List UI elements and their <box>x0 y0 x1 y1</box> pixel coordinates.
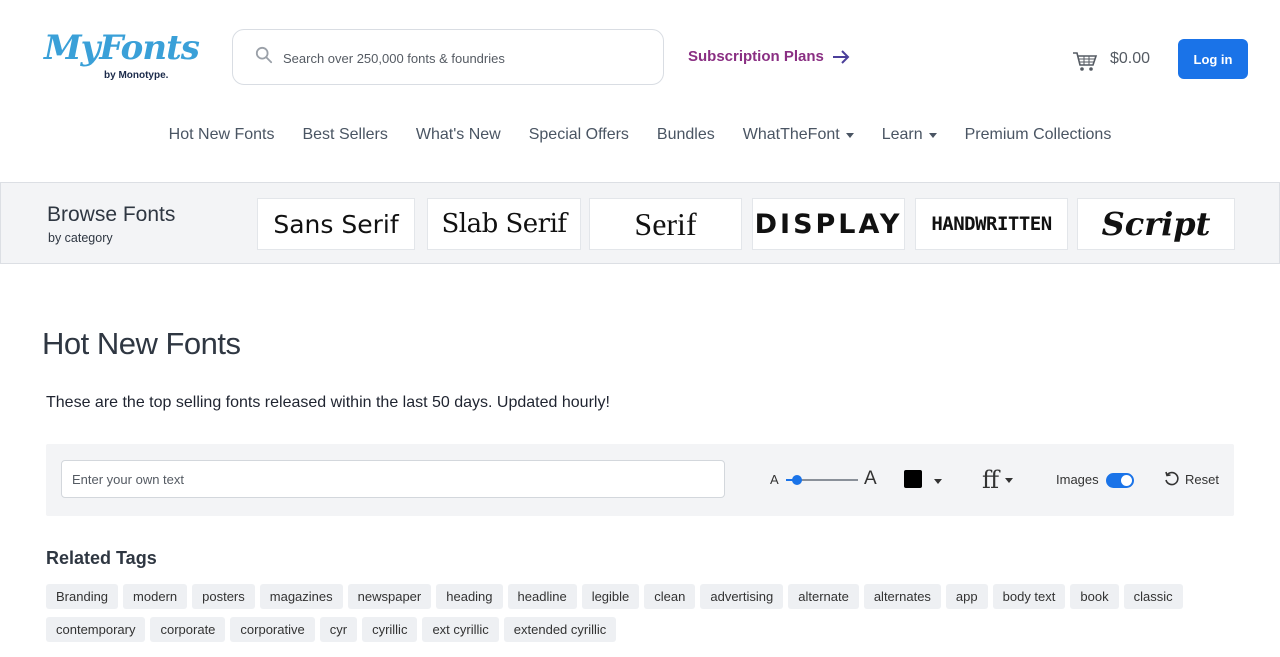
tag-chip[interactable]: modern <box>123 584 188 609</box>
category-slab-serif[interactable]: Slab Serif <box>427 198 581 250</box>
search-input[interactable] <box>281 44 645 72</box>
preview-toolbar: A A ff Images Reset <box>46 444 1234 516</box>
tag-chip[interactable]: contemporary <box>46 617 146 642</box>
subscription-plans-link[interactable]: Subscription Plans <box>688 48 850 65</box>
caret-down-icon <box>1005 477 1014 483</box>
tag-chip[interactable]: classic <box>1123 584 1183 609</box>
main-nav: Hot New Fonts Best Sellers What's New Sp… <box>0 126 1280 144</box>
search-box[interactable] <box>232 29 664 85</box>
related-tags-title: Related Tags <box>46 548 157 568</box>
nav-item-learn[interactable]: Learn <box>882 126 937 144</box>
nav-item-hot-new-fonts[interactable]: Hot New Fonts <box>169 126 275 144</box>
nav-item-bundles[interactable]: Bundles <box>657 126 715 144</box>
tag-chip[interactable]: app <box>945 584 988 609</box>
color-picker[interactable] <box>904 470 944 496</box>
tag-chip[interactable]: magazines <box>259 584 343 609</box>
size-large-label: A <box>864 468 877 489</box>
tag-chip[interactable]: clean <box>644 584 696 609</box>
logo-tagline: by Monotype. <box>104 70 169 81</box>
reset-label: Reset <box>1185 471 1219 487</box>
nav-item-best-sellers[interactable]: Best Sellers <box>302 126 387 144</box>
tag-chip[interactable]: posters <box>192 584 255 609</box>
caret-down-icon <box>845 132 854 138</box>
nav-item-premium-collections[interactable]: Premium Collections <box>965 126 1112 144</box>
page-title: Hot New Fonts <box>42 326 241 361</box>
ligature-icon: ff <box>982 466 1000 494</box>
tag-chip[interactable]: extended cyrillic <box>503 617 617 642</box>
browse-subtitle: by category <box>48 231 113 245</box>
arrow-right-icon <box>832 49 850 64</box>
tag-chip[interactable]: alternate <box>788 584 859 609</box>
nav-item-whatthefont[interactable]: WhatTheFont <box>743 126 854 144</box>
tag-chip[interactable]: corporate <box>150 617 226 642</box>
category-sans-serif[interactable]: Sans Serif <box>257 198 415 250</box>
ligature-options[interactable]: ff <box>982 466 1014 494</box>
toggle-knob <box>1121 475 1132 486</box>
caret-down-icon <box>928 132 937 138</box>
tag-chip[interactable]: advertising <box>700 584 784 609</box>
tag-chip[interactable]: headline <box>507 584 577 609</box>
nav-item-whats-new[interactable]: What's New <box>416 126 501 144</box>
category-serif[interactable]: Serif <box>589 198 742 250</box>
text-color-swatch <box>904 470 922 488</box>
tag-chip[interactable]: legible <box>581 584 640 609</box>
subscription-plans-label: Subscription Plans <box>688 48 824 65</box>
tag-chip[interactable]: corporative <box>230 617 315 642</box>
browse-categories-band: Browse Fonts by category Sans Serif Slab… <box>0 182 1280 264</box>
images-toggle-label: Images <box>1056 472 1099 487</box>
reset-button[interactable]: Reset <box>1163 470 1219 488</box>
page-description: These are the top selling fonts released… <box>46 394 610 411</box>
size-slider-handle[interactable] <box>791 475 802 485</box>
related-tags-list: Branding modern posters magazines newspaper h… <box>46 584 1236 642</box>
reset-icon <box>1165 471 1179 486</box>
custom-text-input[interactable] <box>61 460 725 498</box>
category-display[interactable]: DISPLAY <box>752 198 905 250</box>
tag-chip[interactable]: body text <box>992 584 1066 609</box>
tag-chip[interactable]: cyrillic <box>362 617 418 642</box>
size-small-label: A <box>770 472 779 487</box>
images-toggle[interactable] <box>1106 473 1134 488</box>
tag-chip[interactable]: cyr <box>319 617 358 642</box>
tag-chip[interactable]: newspaper <box>347 584 432 609</box>
cart-total[interactable]: $0.00 <box>1110 50 1150 68</box>
tag-chip[interactable]: alternates <box>863 584 941 609</box>
tag-chip[interactable]: Branding <box>46 584 119 609</box>
login-button[interactable]: Log in <box>1178 39 1248 79</box>
tag-chip[interactable]: heading <box>436 584 503 609</box>
caret-down-icon <box>934 479 942 484</box>
tag-chip[interactable]: book <box>1070 584 1119 609</box>
cart-icon[interactable] <box>1072 50 1098 72</box>
logo-wordmark: MyFonts <box>44 28 200 68</box>
browse-title: Browse Fonts <box>47 203 176 226</box>
nav-item-special-offers[interactable]: Special Offers <box>529 126 629 144</box>
myfonts-logo[interactable]: MyFonts by Monotype. <box>44 28 200 90</box>
category-script[interactable]: Script <box>1077 198 1235 250</box>
tag-chip[interactable]: ext cyrillic <box>422 617 499 642</box>
category-handwritten[interactable]: HANDWRITTEN <box>915 198 1068 250</box>
search-icon <box>255 46 273 64</box>
